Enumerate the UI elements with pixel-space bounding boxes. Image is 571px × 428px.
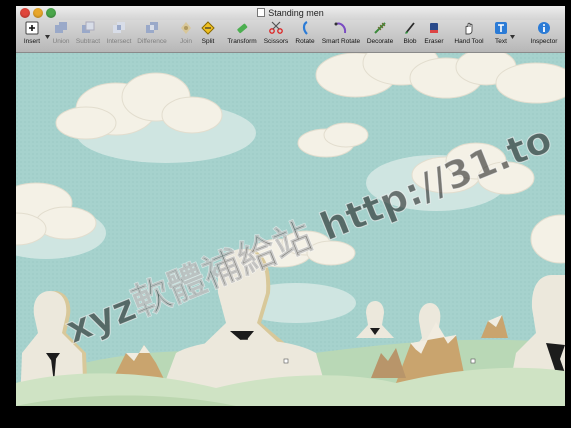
document-icon [257,8,266,18]
difference-label: Difference [137,38,167,45]
hand-tool-label: Hand Tool [454,38,484,45]
smart-rotate-icon [334,22,347,34]
rotate-label: Rotate [295,38,315,45]
eraser-icon [430,23,438,33]
smart-rotate-button[interactable]: Smart Rotate [319,21,363,45]
selection-handle[interactable] [470,358,476,364]
text-label: Text [495,38,507,45]
decorate-button[interactable]: Decorate [364,21,396,45]
intersect-icon [113,22,125,33]
window-title: Standing men [268,8,324,18]
blob-button[interactable]: Blob [400,21,420,45]
join-icon [181,22,191,34]
inspector-label: Inspector [530,38,558,45]
insert-icon [25,21,39,35]
blob-icon [405,22,415,34]
title-bar: Standing men [16,6,565,20]
selection-handle[interactable] [283,358,289,364]
inspector-button[interactable]: Inspector [524,21,564,45]
union-icon [55,22,67,33]
intersect-label: Intersect [106,38,132,45]
subtract-label: Subtract [75,38,101,45]
rotate-icon [302,21,308,35]
text-icon [495,22,507,34]
window-title-area: Standing men [16,6,565,20]
join-button[interactable]: Join [177,21,195,45]
hand-tool-button[interactable]: Hand Tool [450,21,488,45]
split-icon [201,21,215,35]
transform-label: Transform [227,38,257,45]
blob-label: Blob [403,38,417,45]
transform-button[interactable]: Transform [224,21,260,45]
rotate-button[interactable]: Rotate [292,21,318,45]
union-button[interactable]: Union [49,21,73,45]
inspector-icon [538,22,550,34]
union-label: Union [52,38,70,45]
insert-button[interactable]: Insert [19,21,45,45]
hand-icon [465,22,473,35]
split-button[interactable]: Split [198,21,218,45]
insert-label: Insert [23,38,41,45]
decorate-icon [374,22,386,34]
drawing-canvas[interactable]: xyz軟體補給站 http://31.to [16,53,565,406]
subtract-icon [82,21,95,33]
difference-button[interactable]: Difference [135,21,169,45]
difference-icon [146,22,158,33]
app-window: Standing men Insert Union Subtract Inter… [16,6,565,406]
scissors-label: Scissors [263,38,289,45]
intersect-button[interactable]: Intersect [103,21,135,45]
scissors-button[interactable]: Scissors [261,21,291,45]
decorate-label: Decorate [366,38,394,45]
eraser-button[interactable]: Eraser [422,21,446,45]
eraser-label: Eraser [424,38,444,45]
subtract-button[interactable]: Subtract [73,21,103,45]
toolbar: Insert Union Subtract Intersect Differen… [16,20,565,53]
split-label: Split [201,38,215,45]
text-menu-arrow-icon[interactable] [510,35,515,39]
smart-rotate-label: Smart Rotate [321,38,361,45]
text-button[interactable]: Text [490,21,512,45]
scissors-icon [269,21,283,34]
join-label: Join [180,38,192,45]
transform-icon [237,23,248,34]
